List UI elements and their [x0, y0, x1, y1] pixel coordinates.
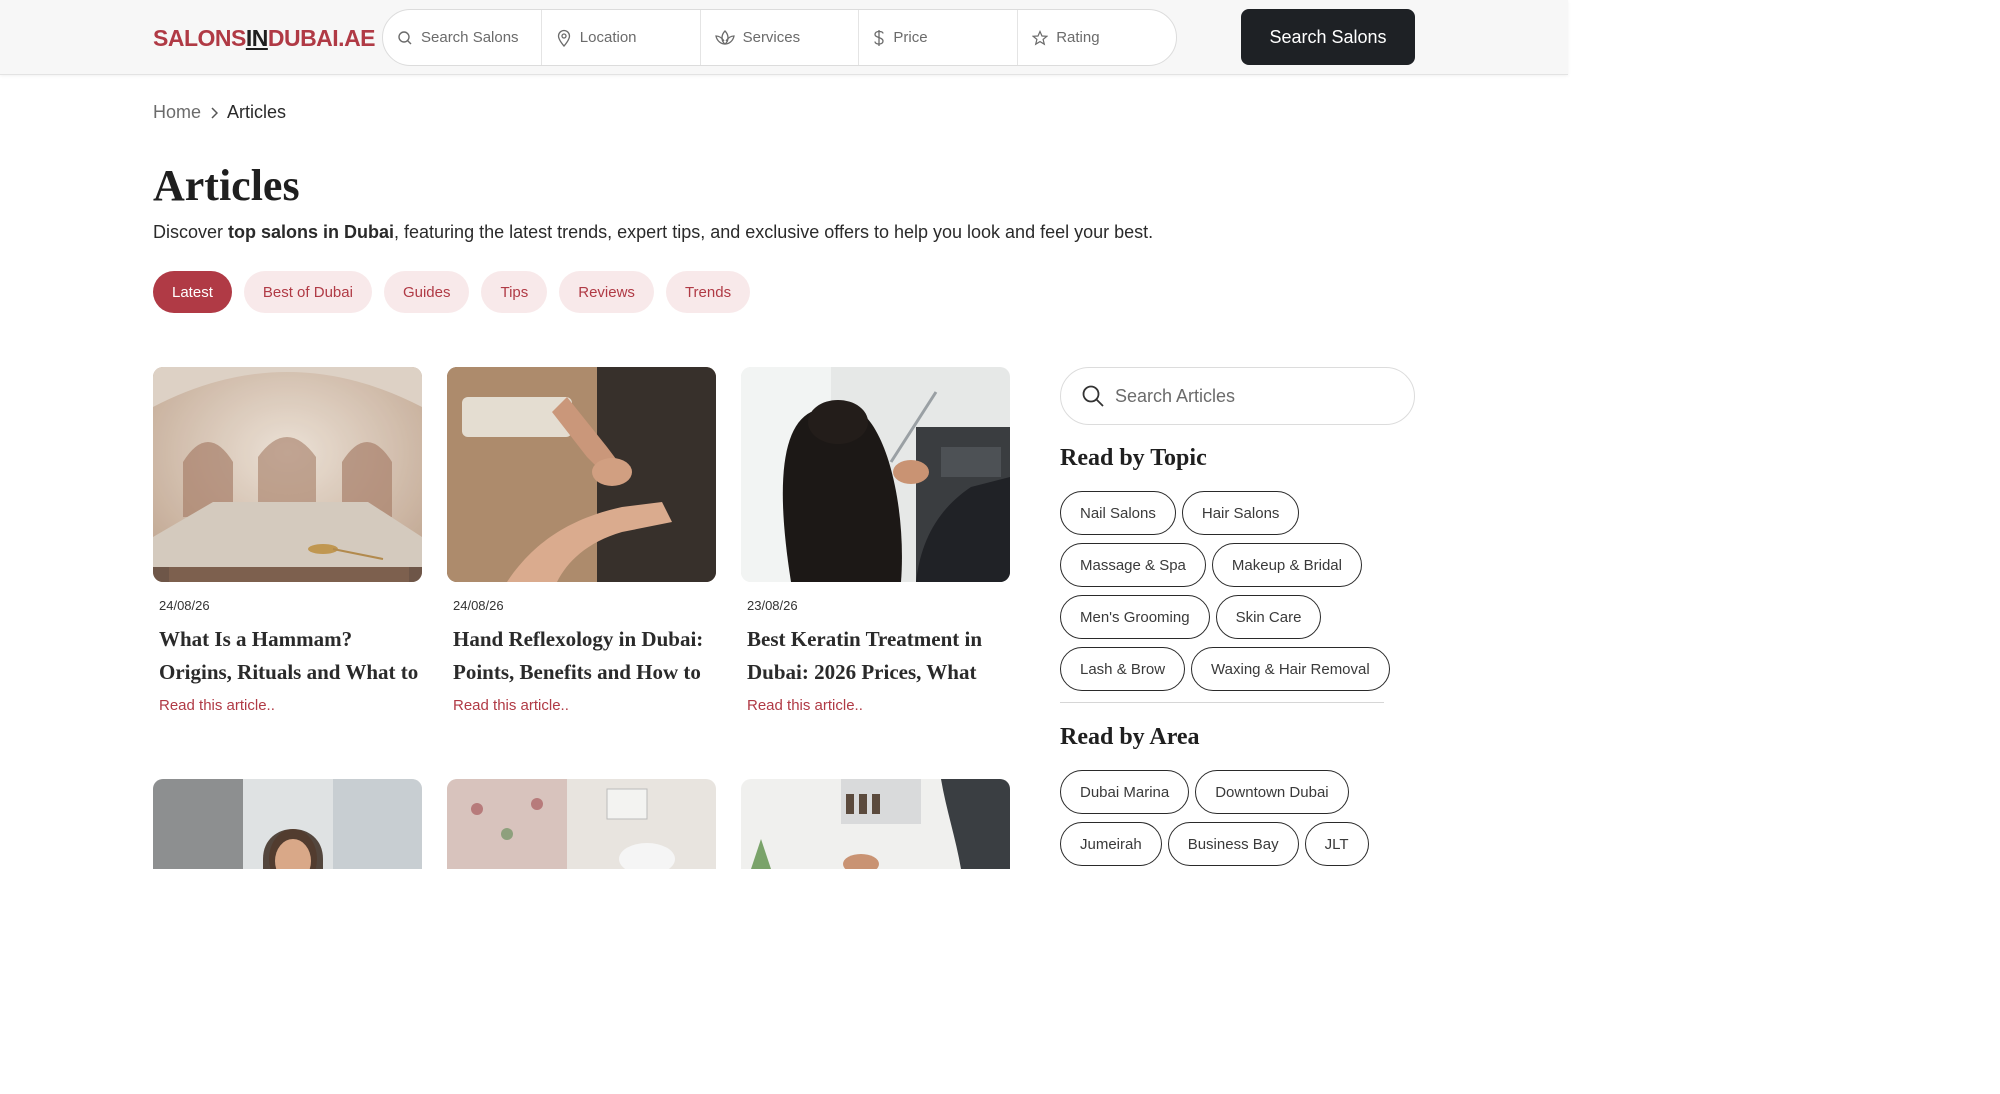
- area-tag[interactable]: Downtown Dubai: [1195, 770, 1349, 814]
- article-search-input[interactable]: Search Articles: [1060, 367, 1415, 425]
- read-article-link[interactable]: Read this article..: [153, 697, 422, 714]
- article-image-makeup[interactable]: [153, 779, 422, 869]
- header-search-bar: Search Salons Location Services Price Ra…: [382, 9, 1177, 66]
- breadcrumb-current: Articles: [227, 102, 287, 122]
- location-placeholder: Location: [579, 29, 637, 46]
- dollar-icon: [874, 29, 885, 46]
- article-card[interactable]: 23/08/26 Best Keratin Treatment in Dubai…: [741, 367, 1010, 714]
- topic-tag[interactable]: Skin Care: [1215, 595, 1322, 639]
- read-by-area-heading: Read by Area: [1060, 724, 1200, 750]
- article-date: 23/08/26: [747, 598, 798, 613]
- topic-tags: Nail Salons Hair Salons Massage & Spa Ma…: [1060, 491, 1400, 691]
- rating-placeholder: Rating: [1056, 29, 1100, 46]
- area-tag[interactable]: Dubai Marina: [1060, 770, 1190, 814]
- logo-text-1: SALONS: [153, 25, 246, 51]
- area-tags: Dubai Marina Downtown Dubai Jumeirah Bus…: [1060, 770, 1400, 866]
- article-date: 24/08/26: [453, 598, 504, 613]
- star-icon: [1032, 29, 1049, 45]
- search-icon: [398, 30, 412, 44]
- intro-highlight: top salons in Dubai: [228, 222, 395, 242]
- filter-guides[interactable]: Guides: [383, 271, 470, 313]
- article-title[interactable]: Hand Reflexology in Dubai: Points, Benef…: [447, 623, 716, 689]
- filter-trends[interactable]: Trends: [665, 271, 751, 313]
- article-image-hammam[interactable]: [153, 367, 422, 582]
- area-tag[interactable]: JLT: [1304, 822, 1369, 866]
- intro-suffix: , featuring the latest trends, expert ti…: [394, 222, 1154, 242]
- services-field[interactable]: Services: [701, 10, 860, 65]
- article-filter-chips: Latest Best of Dubai Guides Tips Reviews…: [153, 271, 751, 313]
- filter-best-of-dubai[interactable]: Best of Dubai: [243, 271, 372, 313]
- logo-text-3: DUBAI.AE: [267, 25, 376, 51]
- article-card[interactable]: 24/08/26 Hand Reflexology in Dubai: Poin…: [447, 367, 716, 714]
- article-title[interactable]: Best Keratin Treatment in Dubai: 2026 Pr…: [741, 623, 1010, 689]
- page-title: Articles: [153, 161, 300, 210]
- article-date: 24/08/26: [159, 598, 210, 613]
- sidebar-divider: [1060, 702, 1384, 703]
- read-article-link[interactable]: Read this article..: [447, 697, 716, 714]
- read-article-link[interactable]: Read this article..: [741, 697, 1010, 714]
- filter-latest[interactable]: Latest: [153, 271, 232, 313]
- site-logo[interactable]: SALONSINDUBAI.AE: [153, 24, 376, 52]
- topic-tag[interactable]: Makeup & Bridal: [1211, 543, 1362, 587]
- price-field[interactable]: Price: [859, 10, 1019, 65]
- site-header: SALONSINDUBAI.AE Search Salons Location …: [0, 0, 1568, 75]
- topic-tag[interactable]: Men's Grooming: [1060, 595, 1210, 639]
- article-image-reflexology[interactable]: [447, 367, 716, 582]
- search-icon: [1082, 385, 1104, 407]
- topic-tag[interactable]: Massage & Spa: [1060, 543, 1206, 587]
- location-field[interactable]: Location: [542, 10, 701, 65]
- article-image-barber[interactable]: [741, 779, 1010, 869]
- lotus-icon: [714, 29, 735, 45]
- filter-reviews[interactable]: Reviews: [559, 271, 654, 313]
- area-tag[interactable]: Business Bay: [1167, 822, 1299, 866]
- chevron-right-icon: [210, 106, 219, 119]
- filter-tips[interactable]: Tips: [481, 271, 548, 313]
- price-placeholder: Price: [893, 29, 928, 46]
- logo-text-2: IN: [245, 25, 269, 51]
- rating-field[interactable]: Rating: [1018, 10, 1176, 65]
- topic-tag[interactable]: Hair Salons: [1181, 491, 1300, 535]
- article-image-manicure[interactable]: [447, 779, 716, 869]
- breadcrumb: Home Articles: [153, 102, 286, 123]
- area-tag[interactable]: Jumeirah: [1060, 822, 1162, 866]
- breadcrumb-home-link[interactable]: Home: [153, 102, 201, 123]
- read-by-topic-heading: Read by Topic: [1060, 445, 1207, 471]
- topic-tag[interactable]: Nail Salons: [1060, 491, 1176, 535]
- services-placeholder: Services: [742, 29, 801, 46]
- search-salons-field[interactable]: Search Salons: [383, 10, 542, 65]
- search-salons-placeholder: Search Salons: [421, 29, 519, 46]
- intro-prefix: Discover: [153, 222, 229, 242]
- article-search-placeholder: Search Articles: [1115, 385, 1236, 406]
- location-pin-icon: [557, 29, 570, 47]
- topic-tag[interactable]: Lash & Brow: [1060, 647, 1186, 691]
- article-image-keratin[interactable]: [741, 367, 1010, 582]
- article-title[interactable]: What Is a Hammam? Origins, Rituals and W…: [153, 623, 422, 689]
- search-salons-button[interactable]: Search Salons: [1241, 9, 1415, 65]
- topic-tag[interactable]: Waxing & Hair Removal: [1191, 647, 1390, 691]
- page-intro: Discover top salons in Dubai, featuring …: [153, 222, 1153, 243]
- article-card[interactable]: 24/08/26 What Is a Hammam? Origins, Ritu…: [153, 367, 422, 714]
